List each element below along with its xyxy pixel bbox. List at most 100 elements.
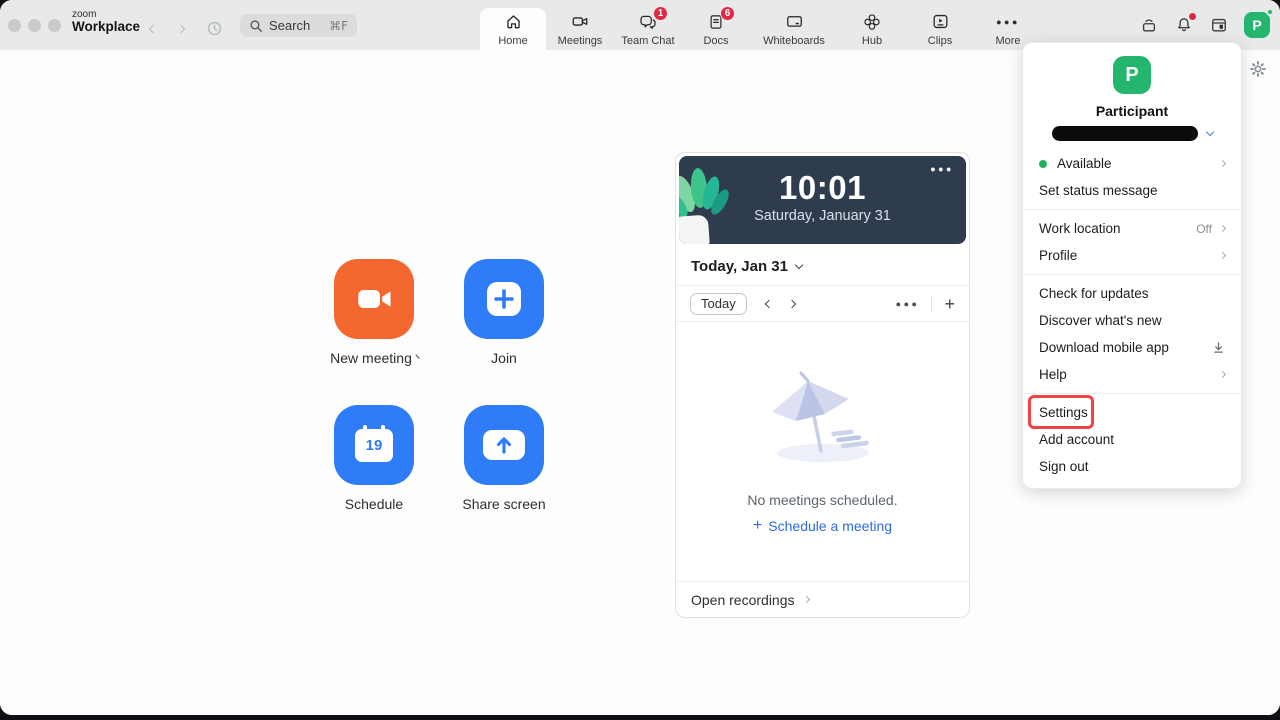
menu-item-work-location[interactable]: Work location Off [1023, 215, 1241, 242]
tab-team-chat[interactable]: 1 Team Chat [614, 8, 682, 50]
notifications-button[interactable] [1174, 15, 1194, 35]
share-screen-button[interactable] [464, 405, 544, 485]
logo-workplace-text: Workplace [72, 20, 140, 35]
menu-item-set-status[interactable]: Set status message [1023, 177, 1241, 204]
menu-item-help[interactable]: Help [1023, 361, 1241, 388]
schedule-meeting-link[interactable]: + Schedule a meeting [753, 517, 892, 535]
search-placeholder: Search [269, 18, 323, 33]
tab-label: Home [498, 35, 527, 47]
calendar-day: 19 [366, 437, 383, 454]
chevron-right-icon [1219, 225, 1226, 232]
video-camera-icon [353, 278, 395, 320]
zoom-window-button[interactable] [48, 19, 61, 32]
docs-icon: 6 [707, 12, 725, 32]
chevron-down-icon [795, 261, 803, 269]
menu-item-download-app[interactable]: Download mobile app [1023, 334, 1241, 361]
schedule-button[interactable]: 19 [334, 405, 414, 485]
join-action: Join [464, 259, 544, 366]
menu-item-status[interactable]: Available [1023, 150, 1241, 177]
no-meetings-text: No meetings scheduled. [747, 492, 897, 508]
schedule-action: 19 Schedule [334, 405, 414, 512]
close-button[interactable] [8, 19, 21, 32]
avatar-initial: P [1252, 17, 1261, 33]
plus-icon: + [753, 517, 762, 535]
tab-clips[interactable]: Clips [906, 8, 974, 50]
calendar-icon[interactable] [1209, 15, 1229, 35]
menu-item-add-account[interactable]: Add account [1023, 426, 1241, 453]
back-icon[interactable] [149, 24, 157, 32]
work-location-value: Off [1196, 222, 1212, 236]
calendar-toolbar: Today ●●● + [676, 286, 969, 322]
settings-gear-icon[interactable] [1250, 61, 1266, 77]
forward-icon[interactable] [177, 24, 185, 32]
tab-home[interactable]: Home [480, 8, 546, 50]
share-screen-label: Share screen [464, 496, 544, 512]
tab-whiteboards[interactable]: Whiteboards [750, 8, 838, 50]
main-nav-tabs: Home Meetings 1 Team Chat [480, 0, 1042, 50]
minimize-button[interactable] [28, 19, 41, 32]
tab-hub[interactable]: Hub [838, 8, 906, 50]
today-button[interactable]: Today [690, 293, 747, 315]
menu-items: Available Set status message Work locati… [1023, 150, 1241, 480]
tab-docs[interactable]: 6 Docs [682, 8, 750, 50]
open-recordings-link[interactable]: Open recordings [676, 581, 969, 617]
whiteboards-icon [784, 12, 805, 32]
tab-label: Clips [928, 35, 952, 47]
menu-item-settings[interactable]: Settings [1023, 399, 1241, 426]
beach-umbrella-illustration [748, 368, 898, 464]
zoom-workplace-window: zoom Workplace Search ⌘F [0, 0, 1280, 715]
toolbar-more-button[interactable]: ●●● [896, 299, 920, 309]
tab-label: Hub [862, 35, 882, 47]
tab-label: Team Chat [621, 35, 674, 47]
toolbar-divider [931, 296, 932, 312]
menu-item-sign-out[interactable]: Sign out [1023, 453, 1241, 480]
search-shortcut: ⌘F [329, 19, 348, 33]
add-meeting-icon[interactable]: + [944, 295, 955, 313]
chevron-right-icon [1219, 252, 1226, 259]
profile-avatar-button[interactable]: P [1244, 12, 1270, 38]
history-nav [150, 20, 223, 37]
tab-label: More [995, 35, 1020, 47]
empty-schedule-area: No meetings scheduled. + Schedule a meet… [676, 322, 969, 581]
prev-day-icon[interactable] [764, 299, 772, 307]
team-chat-badge: 1 [653, 6, 668, 21]
traffic-lights [8, 19, 61, 32]
app-logo: zoom Workplace [72, 9, 140, 35]
connect-to-device-icon[interactable] [1139, 15, 1159, 35]
docs-badge: 6 [720, 6, 735, 21]
new-meeting-button[interactable] [334, 259, 414, 339]
profile-dropdown-menu: P Participant Available Set status messa… [1022, 42, 1242, 489]
team-chat-icon: 1 [638, 12, 658, 32]
recent-history-icon[interactable] [206, 20, 223, 37]
search-input[interactable]: Search ⌘F [240, 14, 357, 37]
search-icon [249, 19, 263, 33]
redacted-email [1052, 126, 1198, 141]
tab-label: Whiteboards [763, 35, 825, 47]
plus-square-icon [485, 280, 523, 318]
menu-divider [1023, 274, 1241, 275]
menu-display-name: Participant [1023, 103, 1241, 119]
join-label: Join [464, 350, 544, 366]
next-day-icon[interactable] [787, 299, 795, 307]
menu-item-profile[interactable]: Profile [1023, 242, 1241, 269]
new-meeting-action: New meeting [334, 259, 414, 366]
join-button[interactable] [464, 259, 544, 339]
menu-divider [1023, 209, 1241, 210]
email-chevron-down-icon[interactable] [1205, 128, 1213, 136]
new-meeting-dropdown-icon[interactable] [415, 354, 419, 358]
tab-meetings[interactable]: Meetings [546, 8, 614, 50]
chevron-right-icon [1219, 160, 1226, 167]
hub-icon [862, 12, 882, 32]
menu-email-row [1023, 126, 1241, 141]
menu-item-discover[interactable]: Discover what's new [1023, 307, 1241, 334]
chevron-right-icon [802, 596, 809, 603]
clock-more-button[interactable]: ●●● [930, 164, 954, 174]
menu-divider [1023, 393, 1241, 394]
calendar-19-icon: 19 [355, 429, 393, 462]
day-header-dropdown[interactable]: Today, Jan 31 [676, 247, 969, 286]
chevron-right-icon [1219, 371, 1226, 378]
tab-label: Meetings [558, 35, 603, 47]
menu-item-check-updates[interactable]: Check for updates [1023, 280, 1241, 307]
clips-icon [931, 12, 950, 32]
meetings-icon [570, 12, 590, 32]
